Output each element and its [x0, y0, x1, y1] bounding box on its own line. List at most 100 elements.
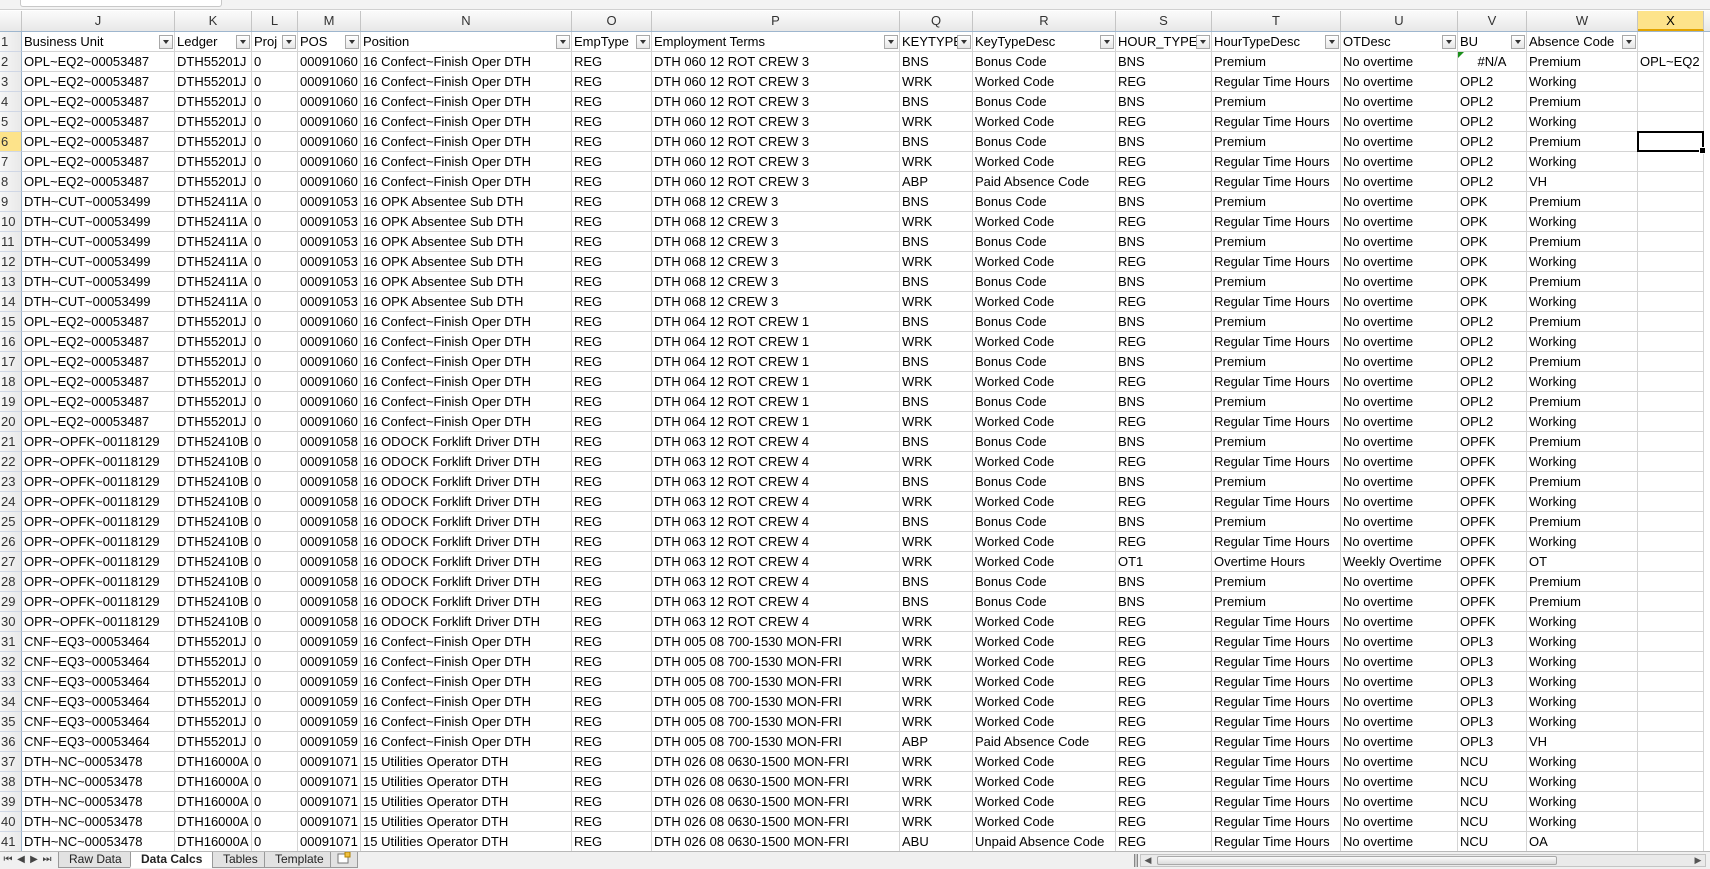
cell-terms[interactable]: DTH 060 12 ROT CREW 3 — [652, 112, 900, 132]
cell-otdesc[interactable]: No overtime — [1341, 72, 1458, 92]
cell-keydesc[interactable]: Worked Code — [973, 752, 1116, 772]
cell-ledger[interactable]: DTH55201J — [175, 332, 252, 352]
cell-emptype[interactable]: REG — [572, 792, 652, 812]
column-title-terms[interactable]: Employment Terms — [652, 32, 900, 52]
cell-emptype[interactable]: REG — [572, 152, 652, 172]
cell-bu_full[interactable]: DTH~NC~00053478 — [22, 752, 175, 772]
cell-absence[interactable]: Working — [1527, 72, 1638, 92]
cell-keytype[interactable]: WRK — [900, 672, 973, 692]
row-number[interactable]: 27 — [0, 552, 22, 572]
cell-x[interactable] — [1638, 192, 1704, 212]
row-number[interactable]: 39 — [0, 792, 22, 812]
cell-bu_full[interactable]: DTH~CUT~00053499 — [22, 272, 175, 292]
cell-keydesc[interactable]: Worked Code — [973, 212, 1116, 232]
cell-bu[interactable]: OPL2 — [1458, 332, 1527, 352]
cell-absence[interactable]: Working — [1527, 452, 1638, 472]
cell-ledger[interactable]: DTH16000A — [175, 772, 252, 792]
cell-emptype[interactable]: REG — [572, 192, 652, 212]
cell-hourtype[interactable]: REG — [1116, 632, 1212, 652]
cell-x[interactable] — [1638, 552, 1704, 572]
cell-terms[interactable]: DTH 064 12 ROT CREW 1 — [652, 372, 900, 392]
cell-terms[interactable]: DTH 005 08 700-1530 MON-FRI — [652, 692, 900, 712]
column-title-emptype[interactable]: EmpType — [572, 32, 652, 52]
cell-position[interactable]: 16 ODOCK Forklift Driver DTH — [361, 512, 572, 532]
cell-x[interactable] — [1638, 812, 1704, 832]
filter-dropdown-icon[interactable] — [1622, 35, 1636, 49]
cell-hourdesc[interactable]: Regular Time Hours — [1212, 112, 1341, 132]
cell-bu_full[interactable]: CNF~EQ3~00053464 — [22, 712, 175, 732]
column-header-t[interactable]: T — [1212, 11, 1341, 31]
cell-keytype[interactable]: WRK — [900, 292, 973, 312]
cell-emptype[interactable]: REG — [572, 72, 652, 92]
cell-ledger[interactable]: DTH55201J — [175, 672, 252, 692]
cell-terms[interactable]: DTH 005 08 700-1530 MON-FRI — [652, 732, 900, 752]
cell-bu_full[interactable]: OPR~OPFK~00118129 — [22, 532, 175, 552]
cell-otdesc[interactable]: No overtime — [1341, 372, 1458, 392]
cell-hourdesc[interactable]: Regular Time Hours — [1212, 812, 1341, 832]
cell-proj[interactable]: 0 — [252, 672, 298, 692]
row-number[interactable]: 14 — [0, 292, 22, 312]
cell-emptype[interactable]: REG — [572, 672, 652, 692]
row-number[interactable]: 15 — [0, 312, 22, 332]
cell-emptype[interactable]: REG — [572, 132, 652, 152]
cell-x[interactable] — [1638, 332, 1704, 352]
cell-otdesc[interactable]: No overtime — [1341, 52, 1458, 72]
cell-pos[interactable]: 00091060 — [298, 412, 361, 432]
column-title-bu_full[interactable]: Business Unit — [22, 32, 175, 52]
cell-ledger[interactable]: DTH52411A — [175, 272, 252, 292]
cell-terms[interactable]: DTH 068 12 CREW 3 — [652, 292, 900, 312]
cell-position[interactable]: 16 ODOCK Forklift Driver DTH — [361, 432, 572, 452]
cell-hourtype[interactable]: REG — [1116, 792, 1212, 812]
cell-terms[interactable]: DTH 026 08 0630-1500 MON-FRI — [652, 772, 900, 792]
cell-bu_full[interactable]: CNF~EQ3~00053464 — [22, 732, 175, 752]
cell-terms[interactable]: DTH 063 12 ROT CREW 4 — [652, 452, 900, 472]
cell-bu[interactable]: OPL3 — [1458, 632, 1527, 652]
cell-emptype[interactable]: REG — [572, 92, 652, 112]
cell-hourdesc[interactable]: Regular Time Hours — [1212, 792, 1341, 812]
cell-keydesc[interactable]: Worked Code — [973, 712, 1116, 732]
cell-absence[interactable]: Premium — [1527, 352, 1638, 372]
row-number[interactable]: 22 — [0, 452, 22, 472]
cell-pos[interactable]: 00091060 — [298, 332, 361, 352]
cell-hourdesc[interactable]: Regular Time Hours — [1212, 172, 1341, 192]
cell-terms[interactable]: DTH 005 08 700-1530 MON-FRI — [652, 672, 900, 692]
row-number[interactable]: 6 — [0, 132, 22, 152]
cell-emptype[interactable]: REG — [572, 232, 652, 252]
cell-keydesc[interactable]: Bonus Code — [973, 352, 1116, 372]
cell-absence[interactable]: Working — [1527, 252, 1638, 272]
cell-keytype[interactable]: BNS — [900, 272, 973, 292]
cell-bu[interactable]: NCU — [1458, 812, 1527, 832]
next-sheet-icon[interactable]: ▶ — [28, 853, 40, 867]
cell-ledger[interactable]: DTH52410B — [175, 492, 252, 512]
cell-hourdesc[interactable]: Regular Time Hours — [1212, 832, 1341, 852]
cell-otdesc[interactable]: No overtime — [1341, 492, 1458, 512]
row-number[interactable]: 11 — [0, 232, 22, 252]
cell-hourtype[interactable]: BNS — [1116, 432, 1212, 452]
cell-bu[interactable]: #N/A — [1458, 52, 1527, 72]
cell-otdesc[interactable]: No overtime — [1341, 412, 1458, 432]
cell-bu_full[interactable]: OPR~OPFK~00118129 — [22, 452, 175, 472]
cell-terms[interactable]: DTH 064 12 ROT CREW 1 — [652, 352, 900, 372]
cell-terms[interactable]: DTH 005 08 700-1530 MON-FRI — [652, 652, 900, 672]
cell-bu_full[interactable]: DTH~CUT~00053499 — [22, 192, 175, 212]
cell-bu[interactable]: OPL2 — [1458, 152, 1527, 172]
cell-otdesc[interactable]: No overtime — [1341, 752, 1458, 772]
cell-x[interactable] — [1638, 292, 1704, 312]
cell-otdesc[interactable]: No overtime — [1341, 652, 1458, 672]
cell-pos[interactable]: 00091058 — [298, 452, 361, 472]
cell-keytype[interactable]: WRK — [900, 792, 973, 812]
cell-ledger[interactable]: DTH55201J — [175, 312, 252, 332]
row-number[interactable]: 40 — [0, 812, 22, 832]
cell-bu_full[interactable]: OPR~OPFK~00118129 — [22, 432, 175, 452]
cell-bu_full[interactable]: CNF~EQ3~00053464 — [22, 692, 175, 712]
cell-pos[interactable]: 00091059 — [298, 632, 361, 652]
cell-keydesc[interactable]: Bonus Code — [973, 192, 1116, 212]
cell-terms[interactable]: DTH 064 12 ROT CREW 1 — [652, 312, 900, 332]
cell-pos[interactable]: 00091071 — [298, 772, 361, 792]
cell-absence[interactable]: Premium — [1527, 272, 1638, 292]
column-title-bu[interactable]: BU — [1458, 32, 1527, 52]
cell-ledger[interactable]: DTH52410B — [175, 432, 252, 452]
cell-hourdesc[interactable]: Premium — [1212, 352, 1341, 372]
cell-hourtype[interactable]: REG — [1116, 772, 1212, 792]
cell-keydesc[interactable]: Worked Code — [973, 332, 1116, 352]
